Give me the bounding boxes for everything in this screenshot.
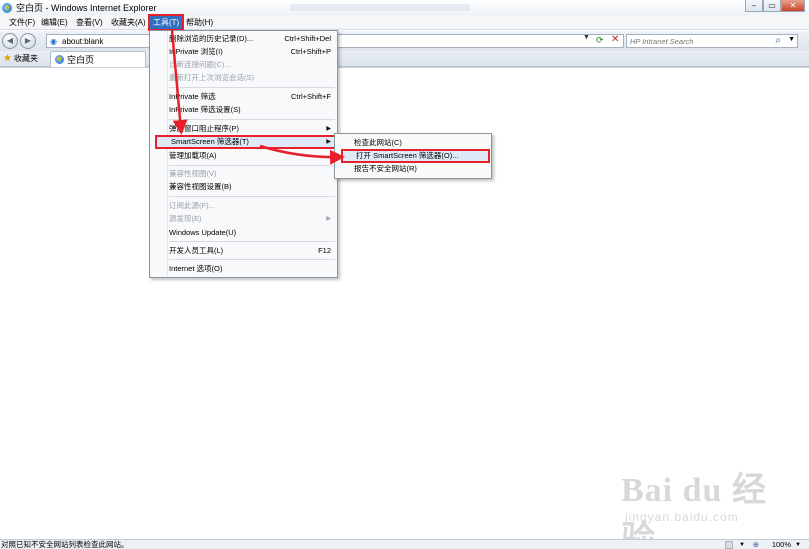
menu-item-label: 兼容性视图(V) [169, 169, 217, 178]
menu-separator [169, 196, 335, 197]
favorites-button[interactable]: ★ 收藏夹 [3, 53, 38, 65]
menu-item-shortcut: Ctrl+Shift+P [290, 47, 331, 56]
menu-item-reopen-session[interactable]: 重新打开上次浏览会话(S) [169, 72, 335, 84]
back-button[interactable]: ◀ [2, 33, 18, 49]
menu-item-label: InPrivate 筛选设置(S) [169, 105, 241, 114]
menu-item-popup-blocker[interactable]: 弹出窗口阻止程序(P) ▶ [169, 123, 335, 135]
menu-item-windows-update[interactable]: Windows Update(U) [169, 227, 335, 239]
stop-icon[interactable]: ✕ [611, 34, 619, 45]
menu-item-delete-history[interactable]: 删除浏览的历史记录(D)... Ctrl+Shift+Del [169, 33, 335, 45]
submenu-item-label: 报告不安全网站(R) [354, 164, 417, 173]
menu-separator [169, 87, 335, 88]
menu-item-compat-view-settings[interactable]: 兼容性视图设置(B) [169, 181, 335, 193]
menu-item-label: SmartScreen 筛选器(T) [171, 137, 249, 146]
menu-gutter [150, 31, 168, 277]
submenu-arrow-icon: ▶ [326, 126, 331, 132]
menu-item-feed-discovery[interactable]: 源发现(E) ▶ [169, 213, 335, 225]
menu-item-diagnose[interactable]: 诊断连接问题(C)... [169, 59, 335, 71]
menu-item-shortcut: Ctrl+Shift+Del [284, 34, 331, 43]
menu-item-inprivate-filter-settings[interactable]: InPrivate 筛选设置(S) [169, 104, 335, 116]
search-box[interactable]: ⌕ ▼ [626, 34, 798, 48]
address-dropdown-icon[interactable]: ▼ [583, 34, 590, 41]
forward-button[interactable]: ▶ [20, 33, 36, 49]
menu-item-label: 兼容性视图设置(B) [169, 182, 232, 191]
tab-title: 空白页 [67, 55, 95, 65]
menu-item-subscribe-feed[interactable]: 订阅此源(F)... [169, 200, 335, 212]
minimize-button[interactable]: – [745, 0, 763, 12]
menu-item-label: 重新打开上次浏览会话(S) [169, 73, 254, 82]
tab-ie-icon: e [55, 55, 64, 64]
menu-item-label: 诊断连接问题(C)... [169, 60, 231, 69]
menu-tools[interactable]: 工具(T) [147, 14, 185, 31]
menu-item-label: 删除浏览的历史记录(D)... [169, 34, 254, 43]
menu-item-label: 管理加载项(A) [169, 151, 217, 160]
zoom-icon[interactable]: ⊕ [753, 540, 759, 549]
security-zone-icon [725, 541, 733, 549]
address-toolbar: ◀ ▶ ◉ about:blank ▼ ⟳ ✕ ⌕ ▼ [0, 31, 809, 51]
submenu-item-open-smartscreen[interactable]: 打开 SmartScreen 筛选器(O)... [341, 149, 490, 163]
window-title: 空白页 - Windows Internet Explorer [16, 3, 157, 13]
url-text[interactable]: about:blank [62, 37, 103, 46]
menu-item-compat-view[interactable]: 兼容性视图(V) [169, 168, 335, 180]
favorites-bar: ★ 收藏夹 e 空白页 [0, 51, 809, 67]
menu-item-label: Windows Update(U) [169, 228, 237, 237]
star-icon: ★ [3, 53, 12, 64]
menu-item-label: 开发人员工具(L) [169, 246, 224, 255]
search-icon[interactable]: ⌕ [775, 35, 781, 46]
menu-item-label: Internet 选项(O) [169, 264, 223, 273]
ie-logo-icon: e [2, 2, 12, 13]
status-dropdown-icon[interactable]: ▼ [739, 540, 745, 549]
submenu-item-label: 检查此网站(C) [354, 138, 402, 147]
menu-item-internet-options[interactable]: Internet 选项(O) [169, 263, 335, 275]
title-bar: e 空白页 - Windows Internet Explorer – ▭ ✕ [0, 0, 809, 15]
menu-item-inprivate-browsing[interactable]: InPrivate 浏览(I) Ctrl+Shift+P [169, 46, 335, 58]
menu-item-label: InPrivate 浏览(I) [169, 47, 223, 56]
submenu-item-report-unsafe[interactable]: 报告不安全网站(R) [354, 163, 490, 175]
menu-item-developer-tools[interactable]: 开发人员工具(L) F12 [169, 245, 335, 257]
menu-item-label: 源发现(E) [169, 214, 202, 223]
menu-edit[interactable]: 编辑(E) [38, 16, 71, 29]
menu-bar: 文件(F) 编辑(E) 查看(V) 收藏夹(A) 工具(T) 帮助(H) [0, 14, 809, 31]
zoom-level[interactable]: 100% [772, 540, 791, 549]
menu-file[interactable]: 文件(F) [6, 16, 38, 29]
page-icon: ◉ [50, 36, 57, 46]
submenu-item-label: 打开 SmartScreen 筛选器(O)... [356, 151, 459, 160]
menu-item-inprivate-filter[interactable]: InPrivate 筛选 Ctrl+Shift+F [169, 91, 335, 103]
menu-favorites[interactable]: 收藏夹(A) [108, 16, 149, 29]
menu-item-manage-addons[interactable]: 管理加载项(A) [169, 150, 335, 162]
menu-view[interactable]: 查看(V) [73, 16, 106, 29]
menu-separator [169, 241, 335, 242]
status-text: 对照已知不安全网站列表检查此网站。 [1, 540, 129, 549]
submenu-item-check-site[interactable]: 检查此网站(C) [354, 137, 490, 149]
menu-item-smartscreen[interactable]: SmartScreen 筛选器(T) ▶ [155, 135, 337, 149]
menu-separator [169, 165, 335, 166]
search-input[interactable] [630, 36, 760, 46]
title-blur [290, 4, 470, 11]
menu-item-label: 订阅此源(F)... [169, 201, 215, 210]
menu-item-label: 弹出窗口阻止程序(P) [169, 124, 239, 133]
submenu-arrow-icon: ▶ [326, 216, 331, 222]
smartscreen-submenu: 检查此网站(C) 打开 SmartScreen 筛选器(O)... 报告不安全网… [334, 133, 492, 179]
menu-help[interactable]: 帮助(H) [183, 16, 216, 29]
baidu-watermark: Bai du 经验 jingyan.baidu.com [615, 460, 795, 549]
restore-button[interactable]: ▭ [763, 0, 781, 12]
menu-separator [169, 119, 335, 120]
menu-separator [169, 259, 335, 260]
favorites-label: 收藏夹 [13, 54, 38, 63]
menu-item-shortcut: Ctrl+Shift+F [290, 92, 331, 101]
menu-item-shortcut: F12 [318, 246, 331, 255]
close-button[interactable]: ✕ [781, 0, 805, 12]
submenu-arrow-icon: ▶ [326, 139, 331, 145]
watermark-sub: jingyan.baidu.com [625, 510, 739, 524]
tab-blank-page[interactable]: e 空白页 [50, 51, 146, 67]
tools-menu: 删除浏览的历史记录(D)... Ctrl+Shift+Del InPrivate… [149, 30, 338, 278]
window-controls: – ▭ ✕ [745, 0, 805, 12]
watermark-main: Bai du 经验 [621, 472, 767, 549]
menu-item-label: InPrivate 筛选 [169, 92, 216, 101]
status-bar: 对照已知不安全网站列表检查此网站。 ▼ ⊕ 100% ▼ [0, 539, 809, 549]
search-dropdown-icon[interactable]: ▼ [788, 36, 795, 43]
zoom-dropdown-icon[interactable]: ▼ [795, 540, 801, 549]
refresh-icon[interactable]: ⟳ [596, 35, 604, 46]
